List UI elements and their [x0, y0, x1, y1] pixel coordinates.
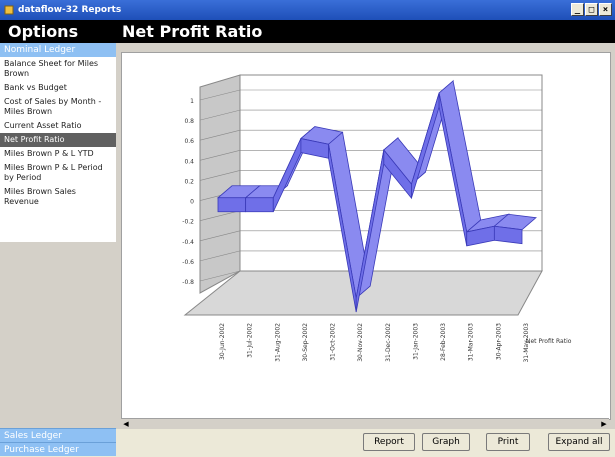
report-button[interactable]: Report [363, 433, 415, 451]
sidebar-item[interactable]: Current Asset Ratio [0, 119, 116, 133]
minimize-button[interactable]: _ [571, 3, 584, 16]
y-tick-label: 0.8 [184, 118, 194, 125]
expand-all-button[interactable]: Expand all [548, 433, 610, 451]
x-tick-label: 30-Sep-2002 [302, 323, 309, 362]
x-tick-label: 28-Feb-2003 [440, 323, 447, 361]
sidebar-item[interactable]: Miles Brown P & L YTD [0, 147, 116, 161]
chart-left-wall [199, 74, 241, 294]
sidebar-item[interactable]: Cost of Sales by Month - Miles Brown [0, 95, 116, 119]
chart-panel: 1 0.8 0.6 0.4 0.2 0 -0.2 -0.4 -0.6 -0.8 30-Jun-200… [121, 52, 611, 420]
maximize-button[interactable]: □ [585, 3, 598, 16]
sidebar-item[interactable]: Balance Sheet for Miles Brown [0, 57, 116, 81]
print-button[interactable]: Print [486, 433, 530, 451]
window-title: dataflow-32 Reports [18, 5, 122, 15]
x-tick-label: 31-Jan-2003 [412, 323, 419, 360]
group-purchase-ledger[interactable]: Purchase Ledger [0, 442, 116, 456]
y-tick-label: 0.4 [184, 158, 194, 165]
close-button[interactable]: × [599, 3, 612, 16]
app-icon [4, 5, 14, 15]
y-tick-label: -0.8 [182, 279, 194, 286]
ribbon-face [217, 197, 247, 213]
sidebar-item[interactable]: Net Profit Ratio [0, 133, 116, 147]
x-tick-label: 31-Jul-2002 [247, 323, 254, 358]
sidebar-item[interactable]: Miles Brown Sales Revenue [0, 185, 116, 209]
report-list: Balance Sheet for Miles Brown Bank vs Bud… [0, 57, 116, 209]
x-tick-label: 30-Apr-2003 [495, 323, 502, 360]
group-nominal-ledger[interactable]: Nominal Ledger [0, 43, 116, 57]
sidebar-item[interactable]: Bank vs Budget [0, 81, 116, 95]
ribbon-face [245, 197, 274, 213]
y-tick-label: -0.4 [182, 239, 194, 246]
x-tick-label: 31-Mar-2003 [468, 323, 475, 361]
graph-button[interactable]: Graph [422, 433, 470, 451]
x-tick-label: 31-Dec-2002 [385, 323, 392, 362]
sidebar-empty-area [0, 242, 116, 451]
sidebar-item[interactable]: Miles Brown P & L Period by Period [0, 161, 116, 185]
y-tick-label: 0.6 [184, 138, 194, 145]
x-tick-label: 31-Aug-2002 [274, 323, 281, 362]
x-tick-label: 30-Jun-2002 [219, 323, 226, 360]
x-tick-label: 30-Nov-2002 [357, 323, 364, 362]
y-tick-label: 1 [190, 98, 194, 105]
net-profit-ratio-chart: 1 0.8 0.6 0.4 0.2 0 -0.2 -0.4 -0.6 -0.8 30-Jun-200… [182, 74, 572, 363]
options-sidebar: Options Nominal Ledger Balance Sheet for… [0, 20, 116, 456]
action-bar: Report Graph Print Expand all [116, 429, 615, 456]
title-bar: dataflow-32 Reports _ □ × [0, 0, 615, 20]
page-title: Net Profit Ratio [116, 20, 615, 43]
ribbon-face [493, 225, 523, 245]
y-tick-label: 0 [190, 199, 194, 206]
y-tick-label: -0.2 [182, 219, 194, 226]
x-tick-label: 31-Oct-2002 [330, 323, 337, 361]
group-sales-ledger[interactable]: Sales Ledger [0, 428, 116, 442]
options-header: Options [0, 20, 116, 43]
scroll-left-icon[interactable]: ◀ [121, 419, 131, 429]
y-tick-label: 0.2 [184, 178, 194, 185]
horizontal-scrollbar[interactable]: ◀ ▶ [121, 418, 609, 429]
scroll-right-icon[interactable]: ▶ [599, 419, 609, 429]
y-tick-label: -0.6 [182, 259, 194, 266]
legend-label: Net Profit Ratio [526, 338, 572, 345]
